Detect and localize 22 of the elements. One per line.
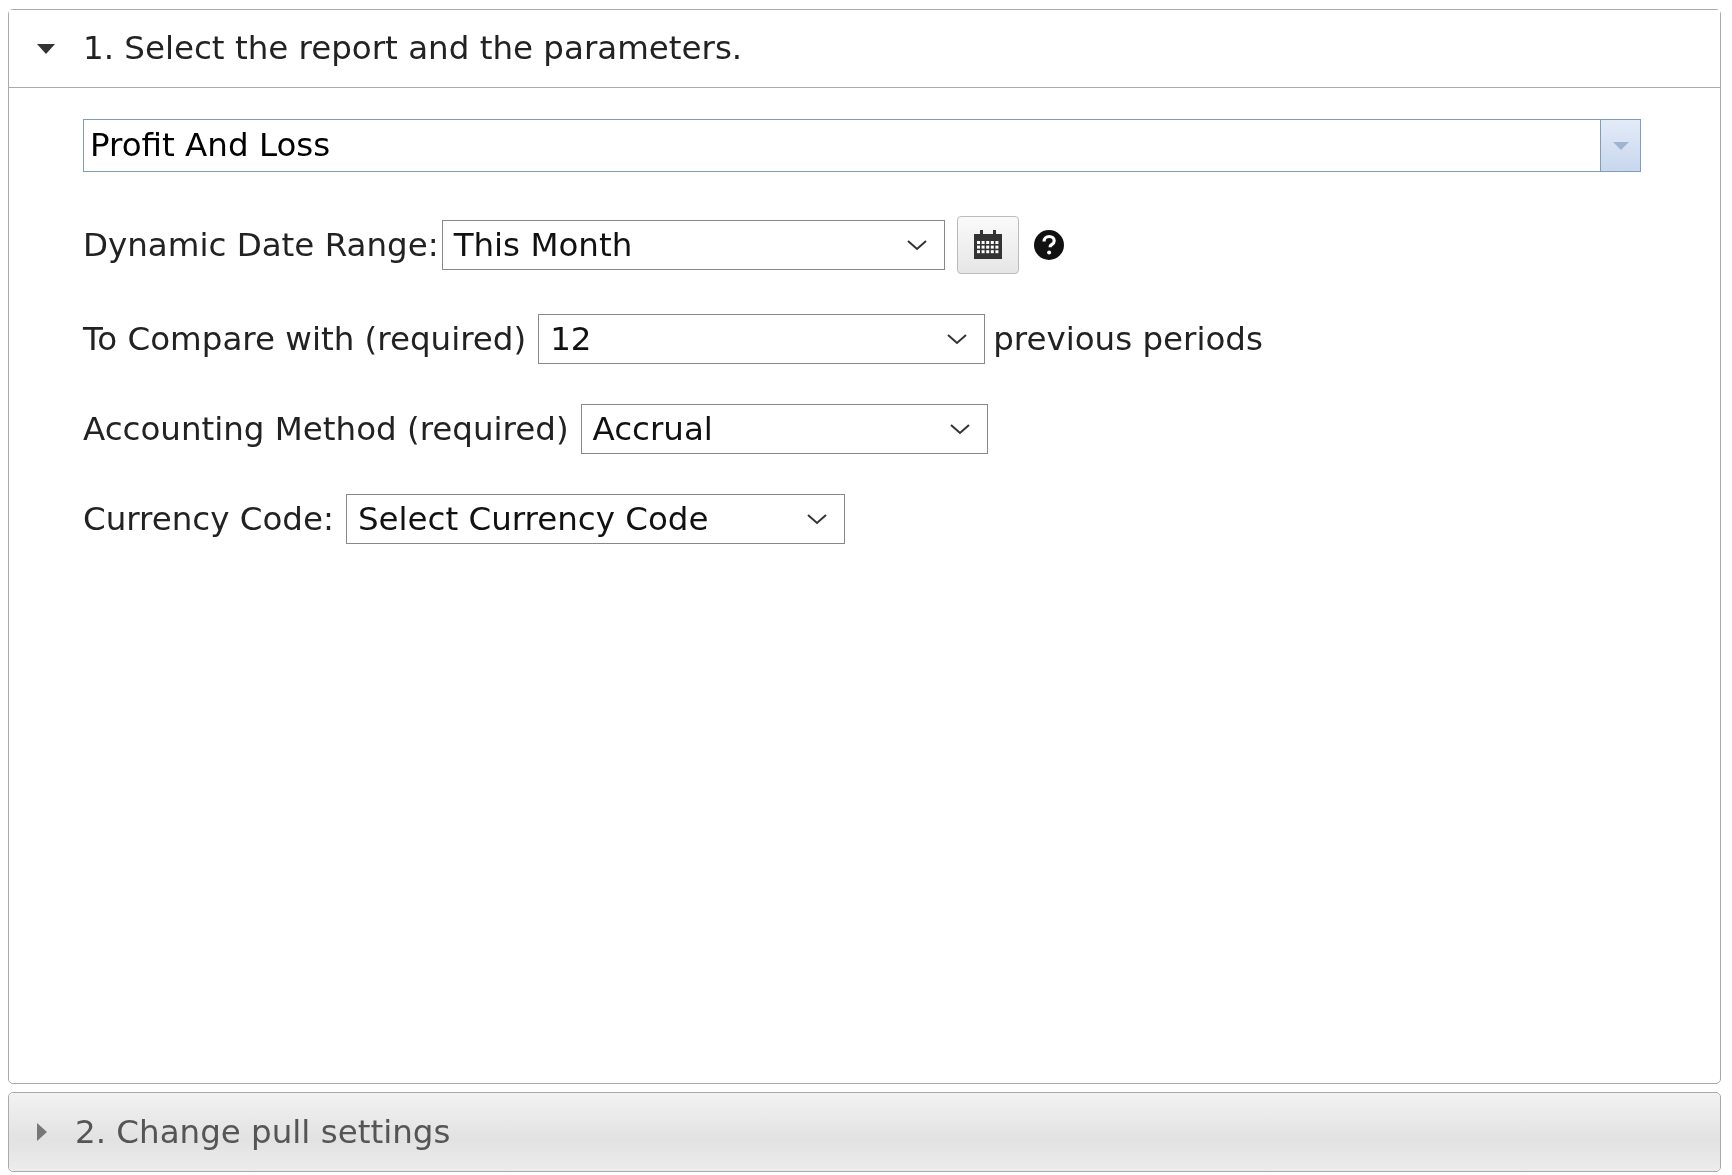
section-header[interactable]: 1. Select the report and the parameters. bbox=[9, 10, 1720, 88]
chevron-icon bbox=[948, 422, 971, 436]
field-label: Dynamic Date Range: bbox=[83, 224, 439, 266]
select-field[interactable]: Select Currency Code bbox=[345, 494, 845, 544]
field-label: Currency Code: bbox=[83, 498, 334, 540]
field-label: To Compare with (required) bbox=[83, 318, 527, 360]
select-field[interactable]: This Month bbox=[441, 220, 945, 270]
chevron-icon bbox=[805, 512, 828, 526]
help-icon[interactable] bbox=[1032, 229, 1065, 261]
select-field[interactable]: Accrual bbox=[580, 404, 988, 454]
section-header[interactable]: 2. Change pull settings bbox=[9, 1093, 1720, 1171]
collapse-arrow-icon bbox=[37, 43, 55, 54]
chevron-icon bbox=[946, 332, 969, 346]
chevron-icon bbox=[905, 238, 928, 252]
select-field[interactable]: 12 bbox=[538, 314, 986, 364]
field-label: Accounting Method (required) bbox=[83, 408, 569, 450]
caret-icon bbox=[1612, 141, 1629, 150]
suffix-text: previous periods bbox=[993, 318, 1263, 360]
calendar-icon bbox=[972, 230, 1003, 260]
calendar-button[interactable] bbox=[956, 216, 1019, 274]
report-input-field[interactable]: Profit And Loss bbox=[83, 119, 1600, 172]
expand-arrow-icon bbox=[37, 1123, 47, 1141]
